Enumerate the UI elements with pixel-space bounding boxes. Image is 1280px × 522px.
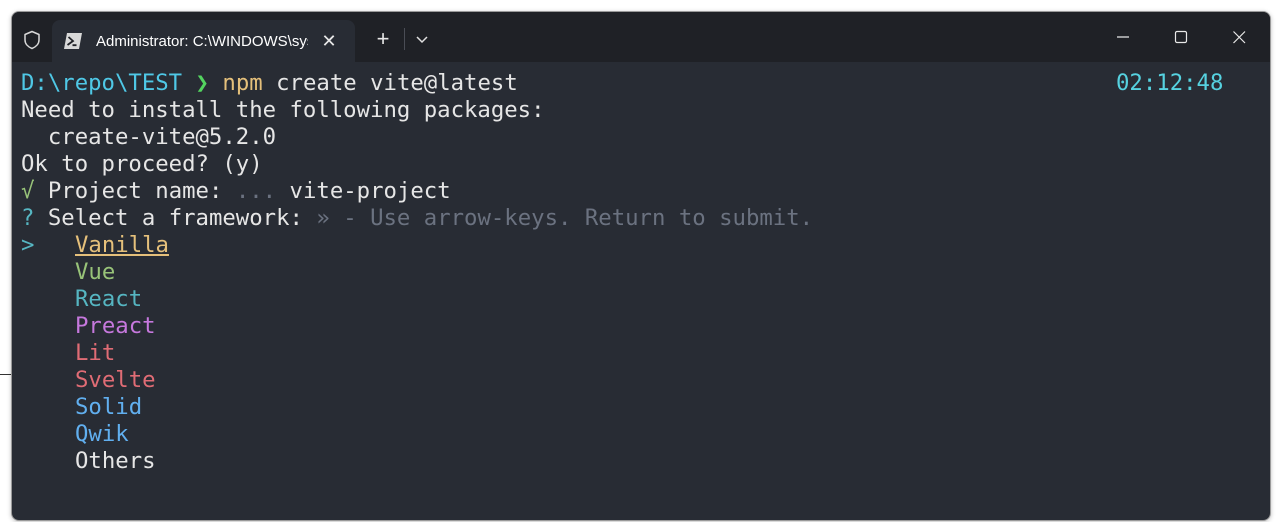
framework-line: ? Select a framework: » - Use arrow-keys… [21, 205, 813, 232]
project-dots: ... [235, 178, 277, 204]
option-lit[interactable]: Lit [75, 340, 115, 367]
question-mark: ? [21, 205, 35, 231]
powershell-icon [64, 33, 82, 49]
command-npm: npm [222, 70, 263, 96]
proceed-line: Ok to proceed? (y) [21, 151, 263, 177]
selection-cursor: > [21, 232, 35, 258]
option-vue[interactable]: Vue [75, 259, 115, 286]
option-react[interactable]: React [75, 286, 142, 313]
framework-hint: » - Use arrow-keys. Return to submit. [316, 205, 814, 231]
option-svelte[interactable]: Svelte [75, 367, 156, 394]
terminal-output[interactable]: D:\repo\TEST ❯ npm create vite@latest 02… [12, 70, 1252, 510]
title-bar: Administrator: C:\WINDOWS\system32\Windo… [12, 12, 1270, 62]
tab-title: Administrator: C:\WINDOWS\system32\Windo… [96, 33, 308, 50]
tab-separator [404, 28, 405, 50]
close-icon[interactable] [1216, 22, 1262, 52]
maximize-icon[interactable] [1158, 22, 1204, 52]
package-line: create-vite@5.2.0 [21, 124, 277, 150]
option-vanilla[interactable]: Vanilla [75, 232, 169, 259]
check-mark: √ [21, 178, 35, 204]
command-args: create vite@latest [276, 70, 518, 96]
chevron-down-icon[interactable] [412, 29, 432, 49]
project-name-line: √ Project name: ... vite-project [21, 178, 451, 205]
option-qwik[interactable]: Qwik [75, 421, 129, 448]
install-line: Need to install the following packages: [21, 97, 545, 123]
prompt-arrow: ❯ [195, 70, 209, 96]
option-preact[interactable]: Preact [75, 313, 156, 340]
clock: 02:12:48 [1116, 70, 1224, 96]
tab-close-button[interactable]: ✕ [316, 30, 342, 52]
terminal-window: Administrator: C:\WINDOWS\system32\Windo… [11, 11, 1271, 521]
project-value: vite-project [289, 178, 451, 204]
framework-label: Select a framework: [47, 205, 303, 231]
option-others[interactable]: Others [75, 448, 156, 475]
project-label: Project name: [47, 178, 223, 204]
prompt-path: D:\repo\TEST [21, 70, 183, 96]
option-solid[interactable]: Solid [75, 394, 142, 421]
prompt-line: D:\repo\TEST ❯ npm create vite@latest [21, 70, 518, 97]
new-tab-button[interactable]: + [370, 26, 396, 52]
minimize-icon[interactable] [1100, 22, 1146, 52]
shield-icon [24, 30, 40, 50]
tab-powershell[interactable]: Administrator: C:\WINDOWS\system32\Windo… [52, 20, 355, 62]
